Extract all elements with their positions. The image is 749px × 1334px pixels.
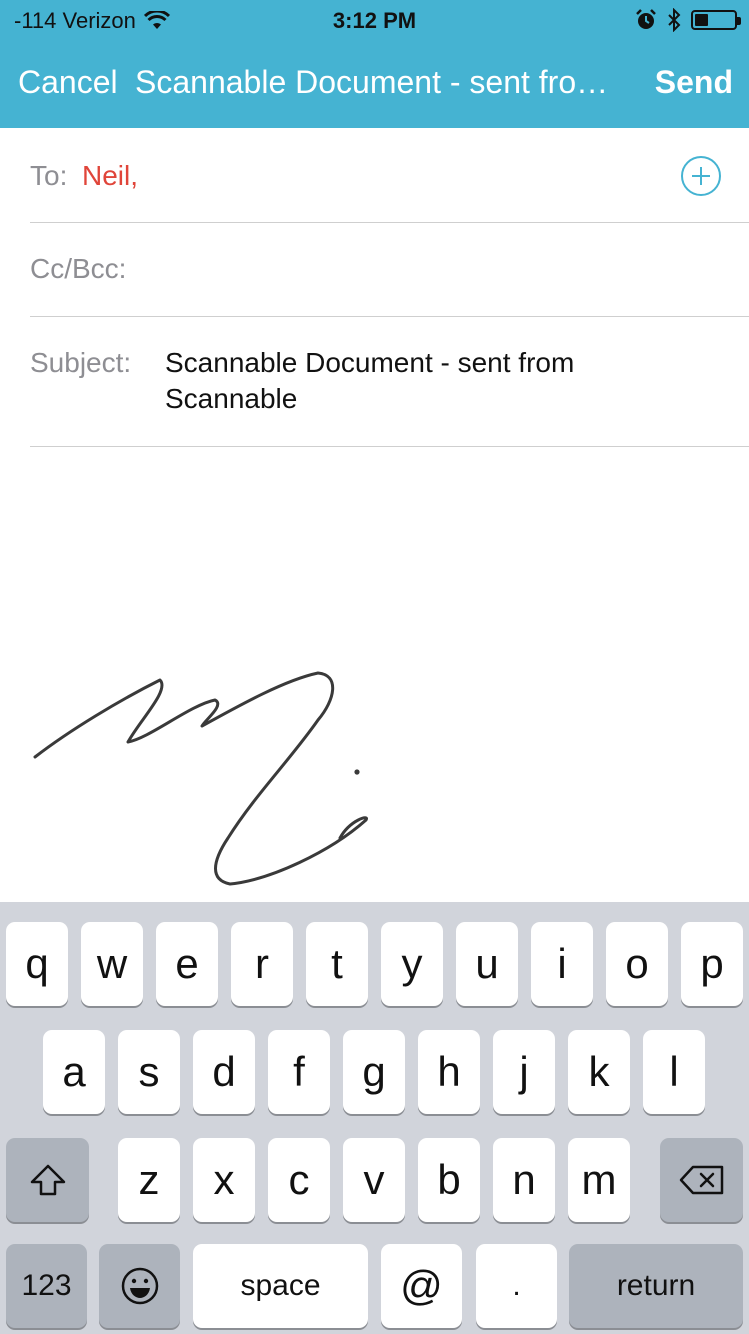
add-contact-button[interactable] — [681, 156, 721, 196]
key-d[interactable]: d — [193, 1030, 255, 1114]
backspace-icon — [679, 1165, 723, 1195]
cc-bcc-field[interactable]: Cc/Bcc: — [30, 223, 749, 317]
header-bar: -114 Verizon 3:12 PM Cancel Scannable Do… — [0, 0, 749, 128]
key-n[interactable]: n — [493, 1138, 555, 1222]
bluetooth-icon — [668, 8, 681, 32]
key-q[interactable]: q — [6, 922, 68, 1006]
key-w[interactable]: w — [81, 922, 143, 1006]
subject-line-2: Scannable — [165, 383, 298, 414]
key-f[interactable]: f — [268, 1030, 330, 1114]
key-r[interactable]: r — [231, 922, 293, 1006]
key-x[interactable]: x — [193, 1138, 255, 1222]
status-icons — [635, 8, 741, 32]
battery-level — [695, 14, 708, 26]
at-key[interactable]: @ — [381, 1244, 462, 1328]
numbers-key[interactable]: 123 — [6, 1244, 87, 1328]
emoji-key[interactable] — [99, 1244, 180, 1328]
key-k[interactable]: k — [568, 1030, 630, 1114]
key-o[interactable]: o — [606, 922, 668, 1006]
space-key[interactable]: space — [193, 1244, 368, 1328]
key-v[interactable]: v — [343, 1138, 405, 1222]
key-y[interactable]: y — [381, 922, 443, 1006]
key-i[interactable]: i — [531, 922, 593, 1006]
key-s[interactable]: s — [118, 1030, 180, 1114]
cancel-button[interactable]: Cancel — [18, 64, 118, 101]
key-j[interactable]: j — [493, 1030, 555, 1114]
period-key[interactable]: . — [476, 1244, 557, 1328]
key-c[interactable]: c — [268, 1138, 330, 1222]
battery-icon — [691, 10, 741, 30]
key-u[interactable]: u — [456, 922, 518, 1006]
alarm-icon — [636, 9, 656, 29]
emoji-icon — [121, 1267, 158, 1305]
status-bar: -114 Verizon 3:12 PM — [0, 0, 749, 40]
nav-title: Scannable Document - sent from Scannable — [135, 64, 610, 100]
subject-line-1: Scannable Document - sent from — [165, 347, 575, 378]
signature-image — [33, 671, 368, 886]
key-p[interactable]: p — [681, 922, 743, 1006]
key-z[interactable]: z — [118, 1138, 180, 1222]
subject-value[interactable]: Scannable Document - sent from Scannable — [165, 345, 685, 417]
send-button[interactable]: Send — [655, 64, 733, 101]
key-a[interactable]: a — [43, 1030, 105, 1114]
key-b[interactable]: b — [418, 1138, 480, 1222]
delete-key[interactable] — [660, 1138, 743, 1222]
key-h[interactable]: h — [418, 1030, 480, 1114]
to-label: To: — [30, 160, 68, 191]
key-m[interactable]: m — [568, 1138, 630, 1222]
keyboard: q w e r t y u i o p a s d f g h j k l z … — [0, 902, 749, 1334]
key-l[interactable]: l — [643, 1030, 705, 1114]
key-t[interactable]: t — [306, 922, 368, 1006]
navigation-bar: Cancel Scannable Document - sent from Sc… — [0, 50, 749, 120]
shift-key[interactable] — [6, 1138, 89, 1222]
subject-field[interactable]: Subject: Scannable Document - sent from … — [30, 317, 749, 447]
to-field[interactable]: To: Neil, — [30, 128, 749, 223]
return-key[interactable]: return — [569, 1244, 743, 1328]
subject-label: Subject: — [30, 347, 132, 378]
key-g[interactable]: g — [343, 1030, 405, 1114]
key-e[interactable]: e — [156, 922, 218, 1006]
cc-bcc-label: Cc/Bcc: — [30, 253, 127, 284]
recipient-token[interactable]: Neil, — [82, 160, 138, 192]
shift-icon — [30, 1164, 65, 1196]
